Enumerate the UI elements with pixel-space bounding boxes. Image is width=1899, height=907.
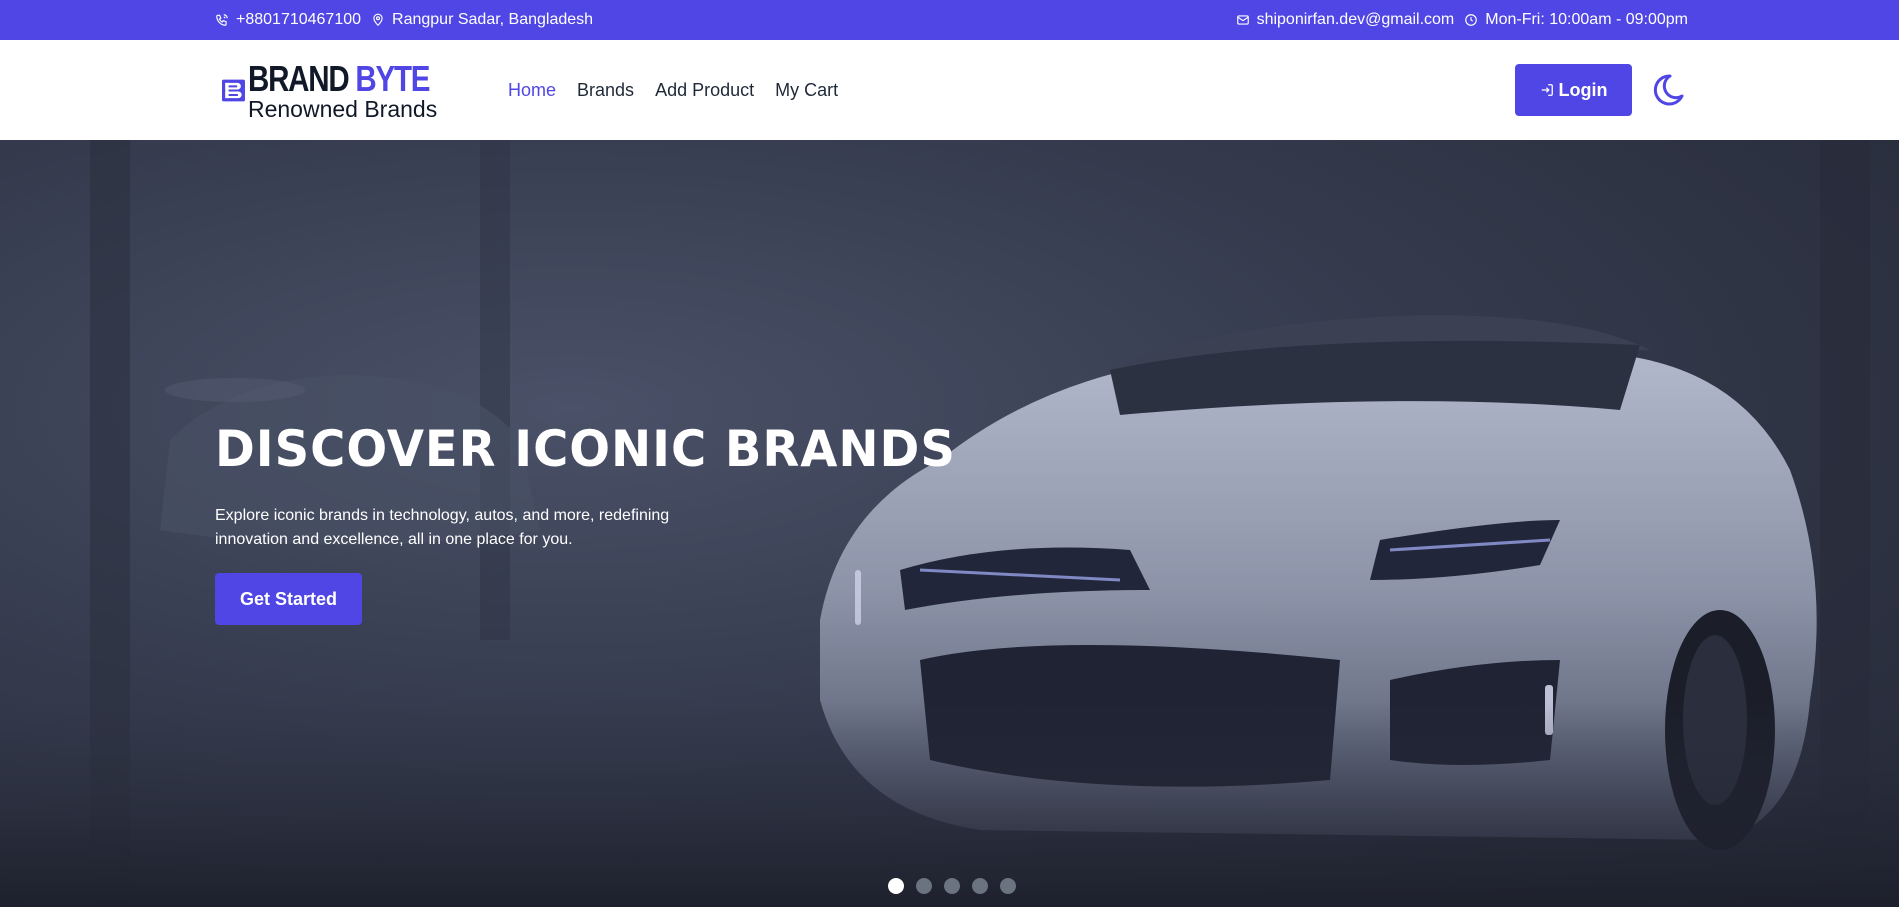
- business-hours: Mon-Fri: 10:00am - 09:00pm: [1485, 11, 1688, 28]
- phone-icon: [216, 14, 228, 26]
- hours-info: Mon-Fri: 10:00am - 09:00pm: [1464, 11, 1688, 29]
- carousel-dot-5[interactable]: [1000, 878, 1016, 894]
- nav-item-my-cart[interactable]: My Cart: [775, 80, 838, 101]
- carousel-pagination: [888, 878, 1028, 894]
- contact-left-group: +8801710467100 Rangpur Sadar, Bangladesh: [215, 11, 603, 29]
- carousel-dot-2[interactable]: [916, 878, 932, 894]
- brand-title-part1: BRAND: [247, 57, 350, 99]
- login-icon: [1541, 84, 1553, 96]
- phone-contact[interactable]: +8801710467100: [215, 11, 361, 29]
- hero-carousel: DISCOVER ICONIC BRANDS Explore iconic br…: [0, 140, 1899, 907]
- location-pin-icon: [373, 13, 383, 27]
- location-text: Rangpur Sadar, Bangladesh: [392, 11, 594, 28]
- carousel-dot-4[interactable]: [972, 878, 988, 894]
- contact-right-group: shiponirfan.dev@gmail.com Mon-Fri: 10:00…: [1226, 11, 1688, 29]
- clock-icon: [1465, 14, 1478, 26]
- main-navbar: BRAND BYTE Renowned Brands Home Brands A…: [0, 40, 1899, 140]
- nav-item-home[interactable]: Home: [508, 80, 556, 101]
- brand-subtitle: Renowned Brands: [247, 95, 438, 122]
- login-label: Login: [1558, 79, 1608, 100]
- login-button[interactable]: Login: [1515, 64, 1632, 116]
- carousel-dot-3[interactable]: [944, 878, 960, 894]
- location-contact: Rangpur Sadar, Bangladesh: [371, 11, 593, 29]
- primary-nav: Home Brands Add Product My Cart: [508, 40, 859, 140]
- hero-description: Explore iconic brands in technology, aut…: [215, 507, 670, 548]
- carousel-dot-1[interactable]: [888, 878, 904, 894]
- email-contact[interactable]: shiponirfan.dev@gmail.com: [1236, 11, 1455, 29]
- hero-title: DISCOVER ICONIC BRANDS: [215, 420, 956, 478]
- email-address: shiponirfan.dev@gmail.com: [1256, 11, 1455, 28]
- nav-item-brands[interactable]: Brands: [577, 80, 634, 101]
- brand-logo-mark-icon: [222, 79, 245, 102]
- brand-title-part2: BYTE: [355, 57, 430, 99]
- get-started-button[interactable]: Get Started: [215, 573, 362, 625]
- phone-number: +8801710467100: [236, 11, 362, 28]
- brand-logo[interactable]: BRAND BYTE Renowned Brands: [222, 57, 469, 122]
- brand-title: BRAND BYTE: [247, 57, 430, 99]
- moon-icon[interactable]: [1648, 70, 1688, 110]
- brand-logo-text: BRAND BYTE Renowned Brands: [247, 57, 469, 122]
- mail-icon: [1236, 15, 1249, 25]
- nav-item-add-product[interactable]: Add Product: [655, 80, 754, 101]
- top-contact-bar: +8801710467100 Rangpur Sadar, Bangladesh…: [0, 0, 1899, 40]
